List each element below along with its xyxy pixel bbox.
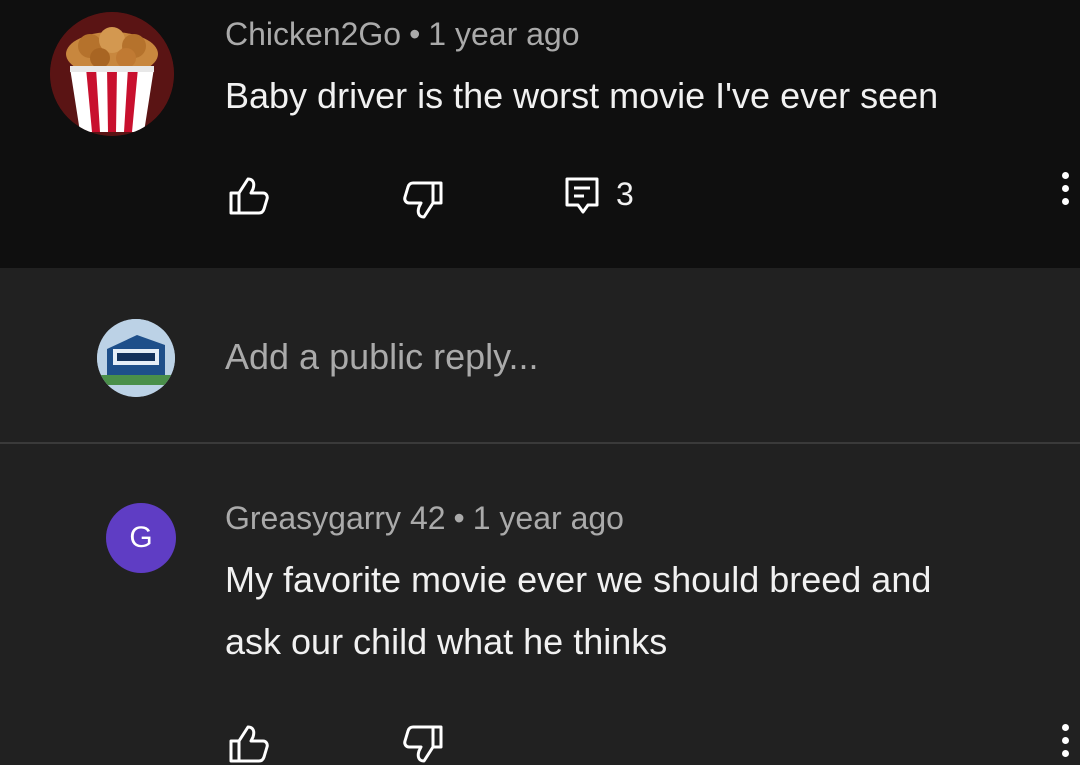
comment-meta: Chicken2Go • 1 year ago [225, 16, 580, 53]
comments-screen: Chicken2Go • 1 year ago Baby driver is the… [0, 0, 1080, 765]
more-vert-icon[interactable] [1053, 724, 1077, 757]
more-vert-icon[interactable] [1053, 172, 1077, 205]
chicken-bucket-avatar[interactable] [50, 12, 174, 136]
reply-count[interactable]: 3 [616, 176, 634, 213]
comment-text-line-1: My favorite movie ever we should breed a… [225, 559, 932, 600]
comment-time: 1 year ago [472, 500, 624, 536]
meta-separator: • [409, 16, 421, 52]
comment-text-line-2: ask our child what he thinks [225, 621, 668, 662]
letter-avatar[interactable]: G [106, 503, 176, 573]
comment-author[interactable]: Greasygarry 42 [225, 500, 446, 536]
comment-chicken2go: Chicken2Go • 1 year ago Baby driver is the… [0, 0, 1080, 268]
meta-separator: • [453, 500, 465, 536]
thumbs-up-icon[interactable] [228, 724, 270, 764]
thumbs-down-icon[interactable] [402, 724, 444, 764]
comment-icon[interactable] [564, 176, 600, 216]
comment-author[interactable]: Chicken2Go [225, 16, 401, 52]
thumbs-down-icon[interactable] [402, 180, 444, 220]
thumbs-up-icon[interactable] [228, 176, 270, 216]
comment-time: 1 year ago [428, 16, 580, 52]
reply-input[interactable]: Add a public reply... [225, 336, 539, 378]
user-avatar [97, 319, 175, 397]
comment-meta: Greasygarry 42 • 1 year ago [225, 500, 624, 537]
comment-text: Baby driver is the worst movie I've ever… [225, 75, 939, 116]
